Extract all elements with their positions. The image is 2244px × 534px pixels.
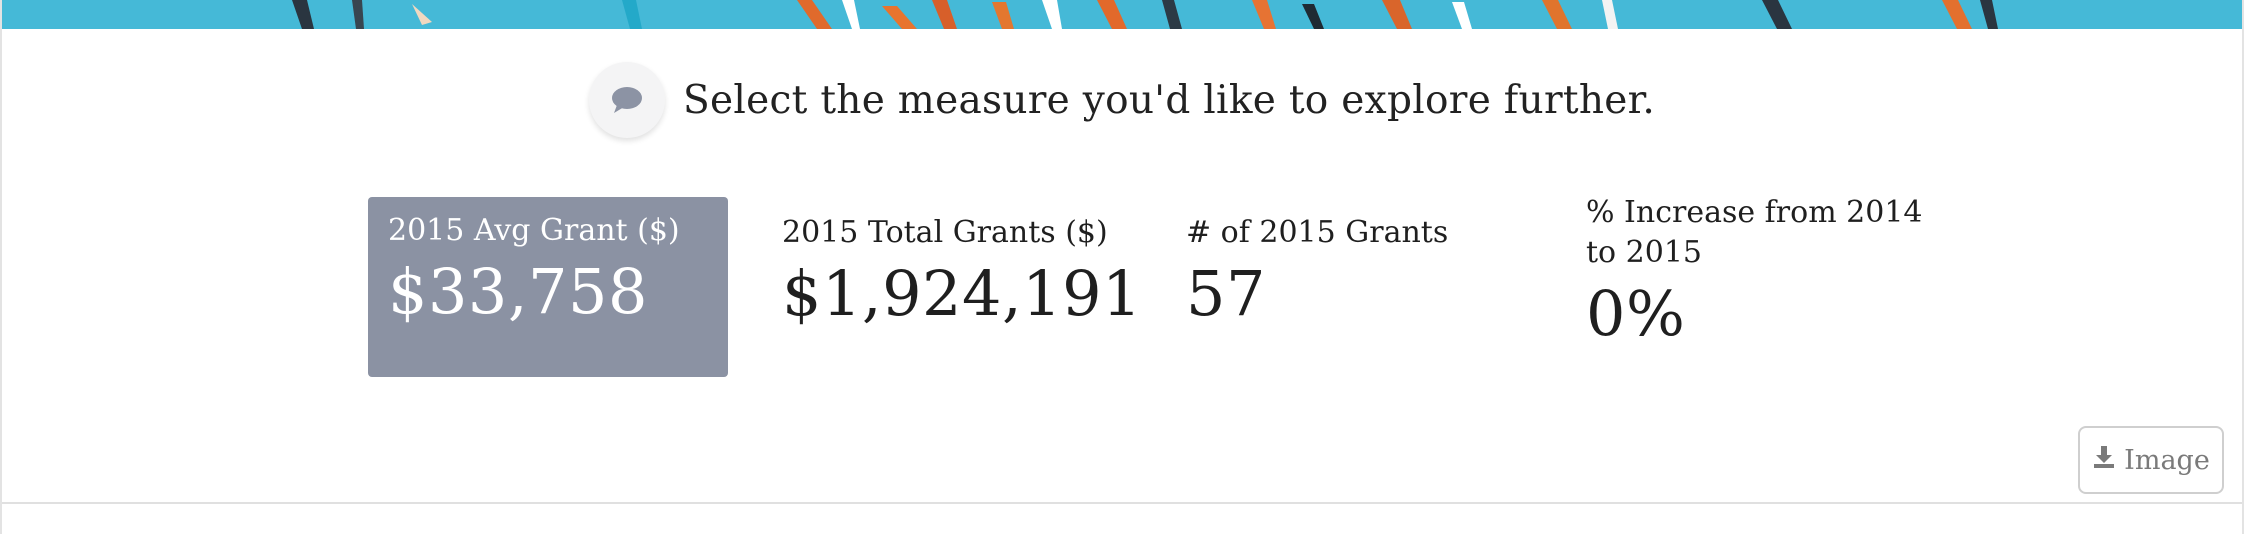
section-divider — [2, 502, 2242, 504]
measure-value: $1,924,191 — [782, 257, 1142, 330]
measure-label: 2015 Avg Grant ($) — [388, 213, 680, 248]
measure-value: 57 — [1186, 257, 1266, 330]
measure-value: $33,758 — [388, 255, 648, 328]
measure-card-total-grants[interactable]: 2015 Total Grants ($) $1,924,191 — [782, 213, 1142, 330]
measure-label: # of 2015 Grants — [1186, 215, 1449, 250]
measure-label: 2015 Total Grants ($) — [782, 215, 1108, 250]
export-image-label: Image — [2124, 444, 2210, 476]
measure-selector-panel: Select the measure you'd like to explore… — [0, 0, 2244, 534]
measure-label: % Increase from 2014 to 2015 — [1586, 195, 1923, 270]
measure-cards: 2015 Avg Grant ($) $33,758 2015 Total Gr… — [2, 0, 2242, 534]
measure-card-grant-count[interactable]: # of 2015 Grants 57 — [1186, 213, 1526, 329]
measure-card-percent-increase[interactable]: % Increase from 2014 to 2015 0% — [1586, 193, 1926, 349]
download-icon — [2092, 445, 2116, 476]
export-image-button[interactable]: Image — [2078, 426, 2224, 494]
measure-card-avg-grant[interactable]: 2015 Avg Grant ($) $33,758 — [368, 197, 728, 377]
measure-value: 0% — [1586, 277, 1686, 350]
